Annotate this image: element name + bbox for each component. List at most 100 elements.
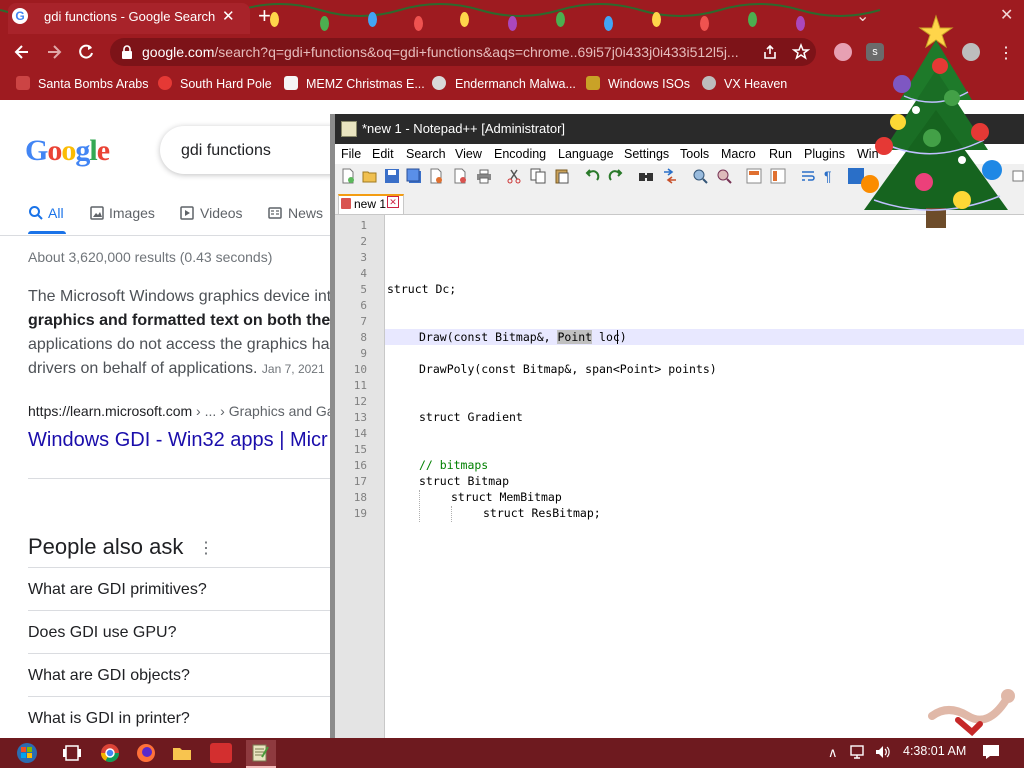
code-line-8[interactable]: Draw(const Bitmap&, Point loc)	[419, 330, 627, 344]
code-line-16[interactable]: // bitmaps	[419, 458, 488, 472]
code-line-19[interactable]: struct ResBitmap;	[483, 506, 601, 520]
code-line-18[interactable]: struct MemBitmap	[451, 490, 562, 504]
more-options-icon[interactable]: ⋮	[198, 538, 214, 558]
snippet-date: Jan 7, 2021	[261, 362, 325, 376]
paa-question[interactable]: What is GDI in printer?	[28, 710, 190, 728]
forward-arrow-icon[interactable]	[44, 42, 64, 62]
menu-view[interactable]: View	[455, 147, 482, 161]
volume-icon[interactable]	[874, 744, 892, 760]
windows-start-icon[interactable]	[12, 742, 42, 764]
menu-edit[interactable]: Edit	[372, 147, 394, 161]
save-icon[interactable]	[384, 168, 400, 184]
undo-icon[interactable]	[584, 168, 600, 184]
line-number: 19	[353, 507, 367, 520]
paste-icon[interactable]	[554, 168, 570, 184]
paa-question[interactable]: Does GDI use GPU?	[28, 624, 177, 642]
code-line-13[interactable]: struct Gradient	[419, 410, 523, 424]
action-center-icon[interactable]	[982, 744, 1000, 760]
url-path: /search?q=gdi+functions&oq=gdi+functions…	[214, 44, 739, 60]
tab-close-icon[interactable]: ✕	[222, 7, 235, 25]
google-favicon-icon: G	[12, 8, 28, 24]
url-host: google.com	[142, 44, 215, 60]
print-icon[interactable]	[476, 168, 492, 184]
menu-settings[interactable]: Settings	[624, 147, 669, 161]
snippet-line-4-text: drivers on behalf of applications.	[28, 360, 258, 377]
tab-title: gdi functions - Google Search	[44, 9, 216, 24]
new-file-icon[interactable]	[340, 168, 356, 184]
code-line-10[interactable]: DrawPoly(const Bitmap&, span<Point> poin…	[419, 362, 717, 376]
menu-search[interactable]: Search	[406, 147, 446, 161]
google-logo[interactable]: Google	[25, 134, 110, 168]
line-number: 15	[353, 443, 367, 456]
firefox-icon[interactable]	[136, 743, 158, 763]
line-number: 1	[360, 219, 367, 232]
bookmark-windows-isos[interactable]: Windows ISOs	[608, 77, 690, 91]
reload-icon[interactable]	[76, 42, 96, 62]
close-file-icon[interactable]	[428, 168, 444, 184]
menu-plugins[interactable]: Plugins	[804, 147, 845, 161]
open-file-icon[interactable]	[362, 168, 378, 184]
zoom-out-icon[interactable]	[716, 168, 732, 184]
show-all-chars-icon[interactable]: ¶	[824, 168, 840, 184]
tab-images[interactable]: Images	[109, 205, 155, 221]
menu-language[interactable]: Language	[558, 147, 614, 161]
cite-path: › ... › Graphics and Ga	[192, 403, 335, 419]
tab-videos[interactable]: Videos	[200, 205, 243, 221]
word-wrap-icon[interactable]	[800, 168, 816, 184]
new-tab-button[interactable]: +	[258, 4, 271, 28]
taskbar-app-icon[interactable]	[210, 743, 232, 763]
snippet-line-4: drivers on behalf of applications. Jan 7…	[28, 360, 325, 378]
paa-question[interactable]: What are GDI primitives?	[28, 581, 207, 599]
divider	[28, 567, 330, 568]
network-icon[interactable]	[850, 744, 868, 760]
find-icon[interactable]	[638, 168, 654, 184]
zoom-in-icon[interactable]	[692, 168, 708, 184]
bookmark-memz-christmas[interactable]: MEMZ Christmas E...	[306, 77, 425, 91]
search-input[interactable]: gdi functions	[181, 142, 271, 160]
paa-question[interactable]: What are GDI objects?	[28, 667, 190, 685]
bookmark-endermanch[interactable]: Endermanch Malwa...	[455, 77, 576, 91]
result-title-link[interactable]: Windows GDI - Win32 apps | Micr	[28, 429, 328, 452]
url-text[interactable]: google.com/search?q=gdi+functions&oq=gdi…	[142, 44, 762, 60]
file-explorer-icon[interactable]	[172, 743, 194, 763]
bookmark-south-hard-pole[interactable]: South Hard Pole	[180, 77, 272, 91]
tab-all[interactable]: All	[48, 205, 64, 221]
copy-icon[interactable]	[530, 168, 546, 184]
close-all-icon[interactable]	[452, 168, 468, 184]
result-cite[interactable]: https://learn.microsoft.com › ... › Grap…	[28, 403, 335, 419]
menu-file[interactable]: File	[341, 147, 361, 161]
notepadpp-taskbar-icon[interactable]	[250, 743, 272, 763]
document-tab-close-icon[interactable]: ✕	[387, 196, 399, 208]
taskbar-clock[interactable]: 4:38:01 AM	[903, 744, 966, 758]
code-line-17[interactable]: struct Bitmap	[419, 474, 509, 488]
bookmark-vx-heaven[interactable]: VX Heaven	[724, 77, 787, 91]
cut-icon[interactable]	[506, 168, 522, 184]
line-number: 13	[353, 411, 367, 424]
sync-horizontal-icon[interactable]	[770, 168, 786, 184]
indent-guide	[419, 490, 420, 522]
unsaved-file-icon	[341, 198, 351, 209]
share-icon[interactable]	[762, 44, 778, 60]
redo-icon[interactable]	[608, 168, 624, 184]
menu-macro[interactable]: Macro	[721, 147, 756, 161]
back-arrow-icon[interactable]	[12, 42, 32, 62]
menu-tools[interactable]: Tools	[680, 147, 709, 161]
sync-vertical-icon[interactable]	[746, 168, 762, 184]
bookmark-star-icon[interactable]	[792, 43, 810, 61]
snippet-line-1: The Microsoft Windows graphics device in…	[28, 288, 332, 305]
bookmark-santa-bombs[interactable]: Santa Bombs Arabs	[38, 77, 148, 91]
menu-run[interactable]: Run	[769, 147, 792, 161]
menu-encoding[interactable]: Encoding	[494, 147, 546, 161]
code-line-5[interactable]: struct Dc;	[387, 282, 456, 296]
christmas-tree-decoration	[840, 0, 1024, 236]
lock-icon[interactable]	[120, 44, 134, 60]
divider	[28, 478, 330, 479]
bookmark-windows-isos-icon	[586, 76, 600, 90]
tab-news[interactable]: News	[288, 205, 323, 221]
chrome-icon[interactable]	[100, 743, 122, 763]
task-view-icon[interactable]	[62, 743, 84, 763]
replace-icon[interactable]	[662, 168, 678, 184]
results-count: About 3,620,000 results (0.43 seconds)	[28, 249, 273, 265]
tray-overflow-icon[interactable]: ∧	[828, 745, 838, 761]
save-all-icon[interactable]	[406, 168, 422, 184]
